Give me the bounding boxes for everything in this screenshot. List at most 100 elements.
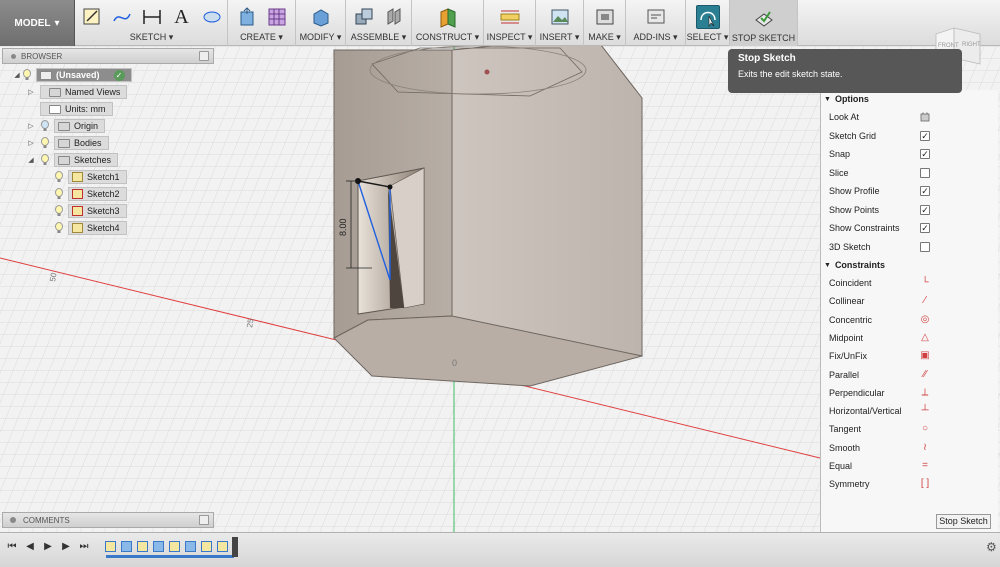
modify-group[interactable]: MODIFY ▾ [296,0,346,46]
offset-plane-icon[interactable] [436,5,460,29]
construct-group[interactable]: CONSTRUCT ▾ [412,0,484,46]
create-menu-label[interactable]: CREATE ▾ [228,32,295,43]
constraints-section-header[interactable]: ▼ Constraints [824,260,885,270]
lightbulb-icon[interactable] [54,205,64,217]
sketch-menu-label[interactable]: SKETCH ▾ [76,32,227,43]
option-row[interactable]: Snap [829,149,937,159]
lightbulb-icon[interactable] [40,120,50,132]
timeline-step-sketch-icon[interactable] [217,541,228,552]
extrude-icon[interactable] [235,5,259,29]
tree-item-sketch1[interactable]: Sketch1 [54,170,127,184]
equal-icon[interactable]: = [920,461,930,471]
tree-item-sketch4[interactable]: Sketch4 [54,221,127,235]
perpendicular-icon[interactable]: ⟂ [920,387,930,398]
go-to-start-icon[interactable]: ⏮ [6,541,18,553]
stop-sketch-group[interactable]: STOP SKETCH [730,0,798,46]
pattern-icon[interactable] [265,5,289,29]
timeline-step-sketch-icon[interactable] [201,541,212,552]
constraint-row[interactable]: Equal = [829,461,937,472]
concentric-icon[interactable]: ◎ [920,314,930,325]
joint-icon[interactable] [382,5,406,29]
prism-right-face[interactable] [451,46,643,357]
lightbulb-icon[interactable] [22,69,32,81]
option-row[interactable]: Sketch Grid [829,130,937,141]
expand-arrow-icon[interactable]: ▷ [26,139,36,147]
symmetry-icon[interactable]: [ ] [920,479,930,489]
tree-item-sketches[interactable]: ◢ Sketches [26,153,119,167]
gear-icon[interactable]: ⚙ [986,540,997,554]
timeline-step-sketch-icon[interactable] [105,541,116,552]
construct-menu-label[interactable]: CONSTRUCT ▾ [412,32,483,43]
stop-sketch-button[interactable]: Stop Sketch [936,514,991,529]
select-cursor-icon[interactable] [695,5,720,29]
coincident-icon[interactable]: └ [920,278,930,288]
sketch-point-2[interactable] [387,184,393,190]
lightbulb-icon[interactable] [54,171,64,183]
option-row[interactable]: Show Profile [829,186,937,196]
lightbulb-icon[interactable] [40,137,50,149]
constraint-row[interactable]: Horizontal/Vertical ┴ [829,406,937,417]
option-checkbox[interactable] [920,167,930,178]
insert-image-icon[interactable] [548,5,572,29]
horizontal-vertical-icon[interactable]: ┴ [920,406,930,416]
center-point[interactable] [484,69,490,75]
workspace-switcher-button[interactable]: MODEL ▾ [0,0,75,46]
midpoint-icon[interactable]: △ [920,332,930,343]
expand-arrow-icon[interactable]: ▷ [26,88,36,96]
timeline-step-extrude-icon[interactable] [153,541,164,552]
viewcube-right-label[interactable]: RIGHT [962,42,981,48]
inspect-group[interactable]: INSPECT ▾ [484,0,536,46]
constraint-row[interactable]: Midpoint △ [829,332,937,343]
look-at-icon[interactable] [920,112,930,122]
step-back-icon[interactable]: ◀ [24,541,36,553]
expand-arrow-icon[interactable]: ▷ [26,122,36,130]
options-section-header[interactable]: ▼ Options [824,94,869,104]
option-checkbox[interactable] [920,149,930,159]
assemble-group[interactable]: ASSEMBLE ▾ [346,0,412,46]
timeline-marker[interactable] [232,537,238,557]
option-row[interactable]: Show Constraints [829,223,937,233]
text-icon[interactable]: A [170,5,194,29]
create-sketch-icon[interactable] [80,5,104,29]
line-icon[interactable] [110,5,134,29]
make-menu-label[interactable]: MAKE ▾ [584,32,625,43]
constraint-row[interactable]: Tangent ○ [829,424,937,435]
lightbulb-icon[interactable] [40,154,50,166]
constraint-row[interactable]: Fix/UnFix ▣ [829,351,937,362]
new-component-icon[interactable] [352,5,376,29]
option-row[interactable]: Show Points [829,204,937,215]
constraint-row[interactable]: Coincident └ [829,278,937,289]
tree-item-origin[interactable]: ▷ Origin [26,119,106,133]
add-comment-icon[interactable] [199,515,209,525]
inspect-menu-label[interactable]: INSPECT ▾ [484,32,535,43]
option-row[interactable]: 3D Sketch [829,241,937,252]
collapse-triangle-icon[interactable]: ▼ [824,262,831,269]
tree-item-bodies[interactable]: ▷ Bodies [26,136,109,150]
press-pull-icon[interactable] [309,5,333,29]
ellipse-icon[interactable] [200,5,224,29]
tree-item-sketch3[interactable]: Sketch3 [54,204,127,218]
timeline-step-extrude-icon[interactable] [185,541,196,552]
constraint-row[interactable]: Parallel ∕∕ [829,369,937,380]
collapse-arrow-icon[interactable]: ◢ [12,71,22,79]
dimension-icon[interactable] [140,5,164,29]
measure-icon[interactable] [498,5,522,29]
select-menu-label[interactable]: SELECT ▾ [686,32,729,43]
timeline-step-extrude-icon[interactable] [121,541,132,552]
option-checkbox[interactable] [920,241,930,252]
active-check-icon[interactable]: ✓ [113,69,125,81]
parallel-icon[interactable]: ∕∕ [920,369,930,380]
play-icon[interactable]: ▶ [42,541,54,553]
tangent-icon[interactable]: ○ [920,424,930,434]
option-checkbox[interactable] [920,223,930,233]
tree-item-named-views[interactable]: ▷ Named Views [26,85,128,99]
collapse-triangle-icon[interactable]: ▼ [824,96,831,103]
lock-icon[interactable]: ▣ [920,351,930,361]
modify-menu-label[interactable]: MODIFY ▾ [296,32,345,43]
constraint-row[interactable]: Collinear ⁄ [829,296,937,307]
option-row[interactable]: Slice [829,167,937,178]
option-checkbox[interactable] [920,130,930,141]
option-checkbox[interactable] [920,204,930,215]
addins-group[interactable]: ADD-INS ▾ [626,0,686,46]
make-group[interactable]: MAKE ▾ [584,0,626,46]
